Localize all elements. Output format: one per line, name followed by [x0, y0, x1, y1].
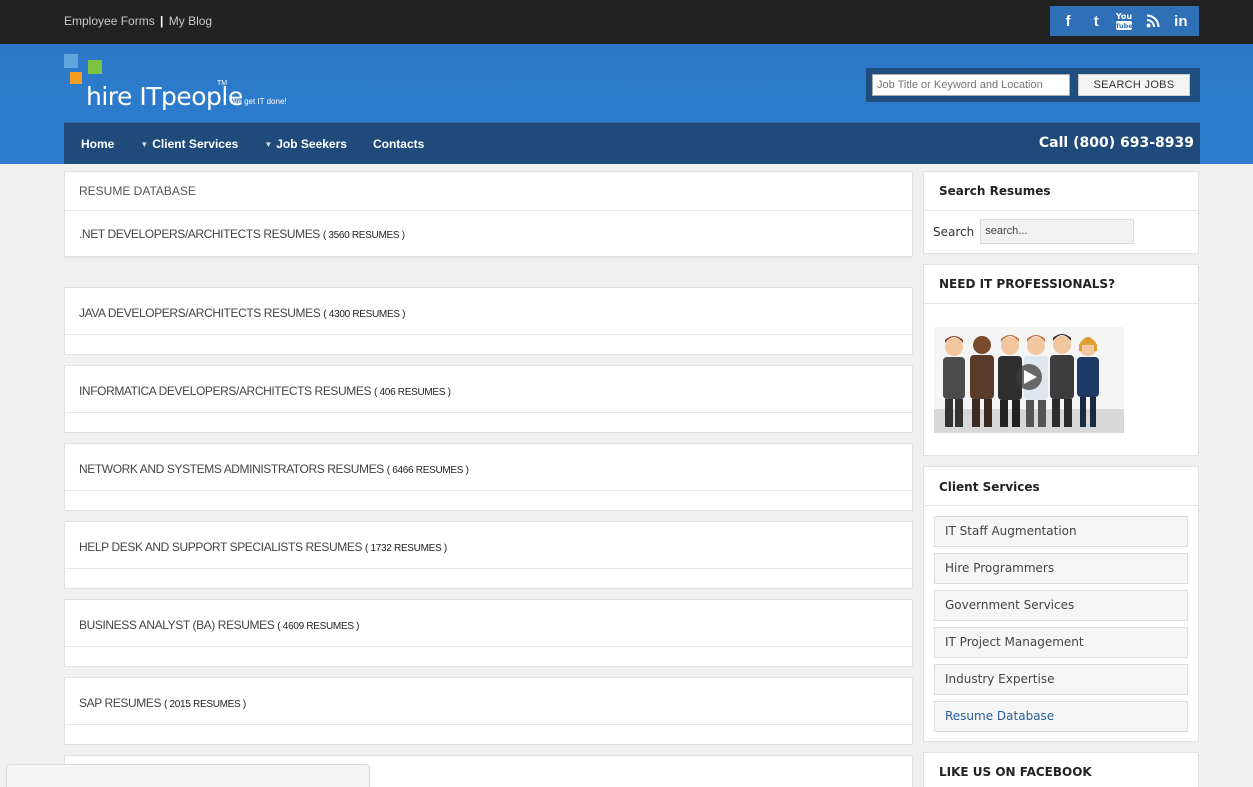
category-count: ( 406 RESUMES ) — [374, 387, 451, 398]
category-link[interactable]: .NET DEVELOPERS/ARCHITECTS RESUMES ( 356… — [79, 227, 405, 241]
widget-title: NEED IT PROFESSIONALS? — [924, 265, 1198, 304]
my-blog-link[interactable]: My Blog — [169, 14, 212, 28]
divider — [65, 490, 912, 491]
linkedin-icon[interactable]: in — [1168, 9, 1194, 33]
link-separator: | — [160, 14, 164, 28]
divider — [65, 210, 912, 211]
category-link[interactable]: NETWORK AND SYSTEMS ADMINISTRATORS RESUM… — [79, 462, 469, 476]
search-label: Search — [933, 224, 975, 239]
employee-forms-link[interactable]: Employee Forms — [64, 14, 155, 28]
logo-square-green — [88, 60, 102, 74]
divider — [65, 257, 912, 258]
divider — [65, 412, 912, 413]
logo-tagline: We get IT done! — [230, 97, 287, 106]
page-title: RESUME DATABASE — [79, 184, 196, 198]
divider — [65, 334, 912, 335]
category-label: JAVA DEVELOPERS/ARCHITECTS RESUMES — [79, 306, 321, 320]
category-link[interactable]: BUSINESS ANALYST (BA) RESUMES ( 4609 RES… — [79, 618, 360, 632]
search-jobs-button[interactable]: SEARCH JOBS — [1078, 74, 1190, 96]
bottom-panel-tab[interactable] — [6, 764, 370, 787]
svg-text:You: You — [1115, 12, 1132, 21]
resume-category-card: BUSINESS ANALYST (BA) RESUMES ( 4609 RES… — [64, 599, 913, 667]
divider — [65, 646, 912, 647]
chevron-down-icon: ▼ — [140, 139, 149, 149]
logo-trademark: TM — [217, 80, 228, 87]
widget-title: Client Services — [924, 467, 1198, 506]
category-link[interactable]: SAP RESUMES ( 2015 RESUMES ) — [79, 696, 246, 710]
svg-text:Tube: Tube — [1116, 22, 1134, 30]
category-link[interactable]: INFORMATICA DEVELOPERS/ARCHITECTS RESUME… — [79, 384, 451, 398]
job-search-box: SEARCH JOBS — [866, 68, 1200, 102]
nav-client-services[interactable]: ▼ Client Services — [140, 137, 238, 151]
category-link[interactable]: JAVA DEVELOPERS/ARCHITECTS RESUMES ( 430… — [79, 306, 406, 320]
social-links: f t You Tube in — [1050, 6, 1199, 36]
resume-category-card: HELP DESK AND SUPPORT SPECIALISTS RESUME… — [64, 521, 913, 589]
nav-client-services-label: Client Services — [152, 137, 239, 151]
resume-category-card: RESUME DATABASE .NET DEVELOPERS/ARCHITEC… — [64, 171, 913, 258]
category-label: BUSINESS ANALYST (BA) RESUMES — [79, 618, 275, 632]
facebook-widget: LIKE US ON FACEBOOK — [923, 752, 1199, 787]
category-count: ( 6466 RESUMES ) — [386, 465, 469, 476]
resume-search-input[interactable]: search... — [980, 219, 1135, 244]
job-search-input[interactable] — [872, 74, 1070, 96]
service-industry-expertise[interactable]: Industry Expertise — [934, 664, 1188, 695]
rss-icon[interactable] — [1140, 9, 1166, 33]
nav-home-label: Home — [81, 137, 115, 151]
client-services-widget: Client Services IT Staff Augmentation Hi… — [923, 466, 1199, 742]
phone-number: Call (800) 693-8939 — [1038, 135, 1194, 151]
resume-category-card: INFORMATICA DEVELOPERS/ARCHITECTS RESUME… — [64, 365, 913, 433]
widget-title: LIKE US ON FACEBOOK — [939, 765, 1092, 779]
divider — [65, 568, 912, 569]
category-count: ( 4609 RESUMES ) — [277, 621, 360, 632]
logo-square-blue — [64, 54, 78, 68]
nav-contacts[interactable]: Contacts — [373, 137, 424, 151]
category-count: ( 1732 RESUMES ) — [364, 543, 447, 554]
site-logo[interactable]: hire ITpeople TM We get IT done! — [64, 50, 384, 120]
category-label: INFORMATICA DEVELOPERS/ARCHITECTS RESUME… — [79, 384, 372, 398]
chevron-down-icon: ▼ — [264, 139, 273, 149]
need-it-pros-widget: NEED IT PROFESSIONALS? — [923, 264, 1199, 456]
main-nav: Home ▼ Client Services ▼ Job Seekers Con… — [64, 122, 1200, 164]
top-links: Employee Forms | My Blog — [64, 14, 212, 28]
top-bar: Employee Forms | My Blog f t You Tube in — [0, 0, 1253, 44]
twitter-icon[interactable]: t — [1083, 9, 1109, 33]
service-resume-database[interactable]: Resume Database — [934, 701, 1188, 732]
divider — [65, 724, 912, 725]
youtube-icon[interactable]: You Tube — [1111, 9, 1137, 33]
nav-job-seekers[interactable]: ▼ Job Seekers — [264, 137, 347, 151]
category-count: ( 2015 RESUMES ) — [164, 699, 246, 710]
widget-title: Search Resumes — [924, 172, 1198, 211]
service-hire-programmers[interactable]: Hire Programmers — [934, 553, 1188, 584]
facebook-icon[interactable]: f — [1055, 9, 1081, 33]
nav-contacts-label: Contacts — [372, 137, 425, 151]
search-resumes-widget: Search Resumes Search search... — [923, 171, 1199, 254]
category-label: .NET DEVELOPERS/ARCHITECTS RESUMES — [79, 227, 320, 241]
service-it-project-management[interactable]: IT Project Management — [934, 627, 1188, 658]
category-link[interactable]: HELP DESK AND SUPPORT SPECIALISTS RESUME… — [79, 540, 447, 554]
resume-category-card: JAVA DEVELOPERS/ARCHITECTS RESUMES ( 430… — [64, 287, 913, 355]
service-government-services[interactable]: Government Services — [934, 590, 1188, 621]
resume-category-card: SAP RESUMES ( 2015 RESUMES ) — [64, 677, 913, 745]
service-it-staff-augmentation[interactable]: IT Staff Augmentation — [934, 516, 1188, 547]
resume-category-card: NETWORK AND SYSTEMS ADMINISTRATORS RESUM… — [64, 443, 913, 511]
category-count: ( 4300 RESUMES ) — [323, 309, 406, 320]
category-count: ( 3560 RESUMES ) — [322, 230, 405, 241]
professionals-video[interactable] — [934, 327, 1124, 433]
nav-job-seekers-label: Job Seekers — [276, 137, 347, 151]
nav-home[interactable]: Home — [81, 137, 114, 151]
category-label: HELP DESK AND SUPPORT SPECIALISTS RESUME… — [79, 540, 363, 554]
category-label: SAP RESUMES — [79, 696, 162, 710]
category-label: NETWORK AND SYSTEMS ADMINISTRATORS RESUM… — [79, 462, 384, 476]
logo-square-orange — [70, 72, 82, 84]
